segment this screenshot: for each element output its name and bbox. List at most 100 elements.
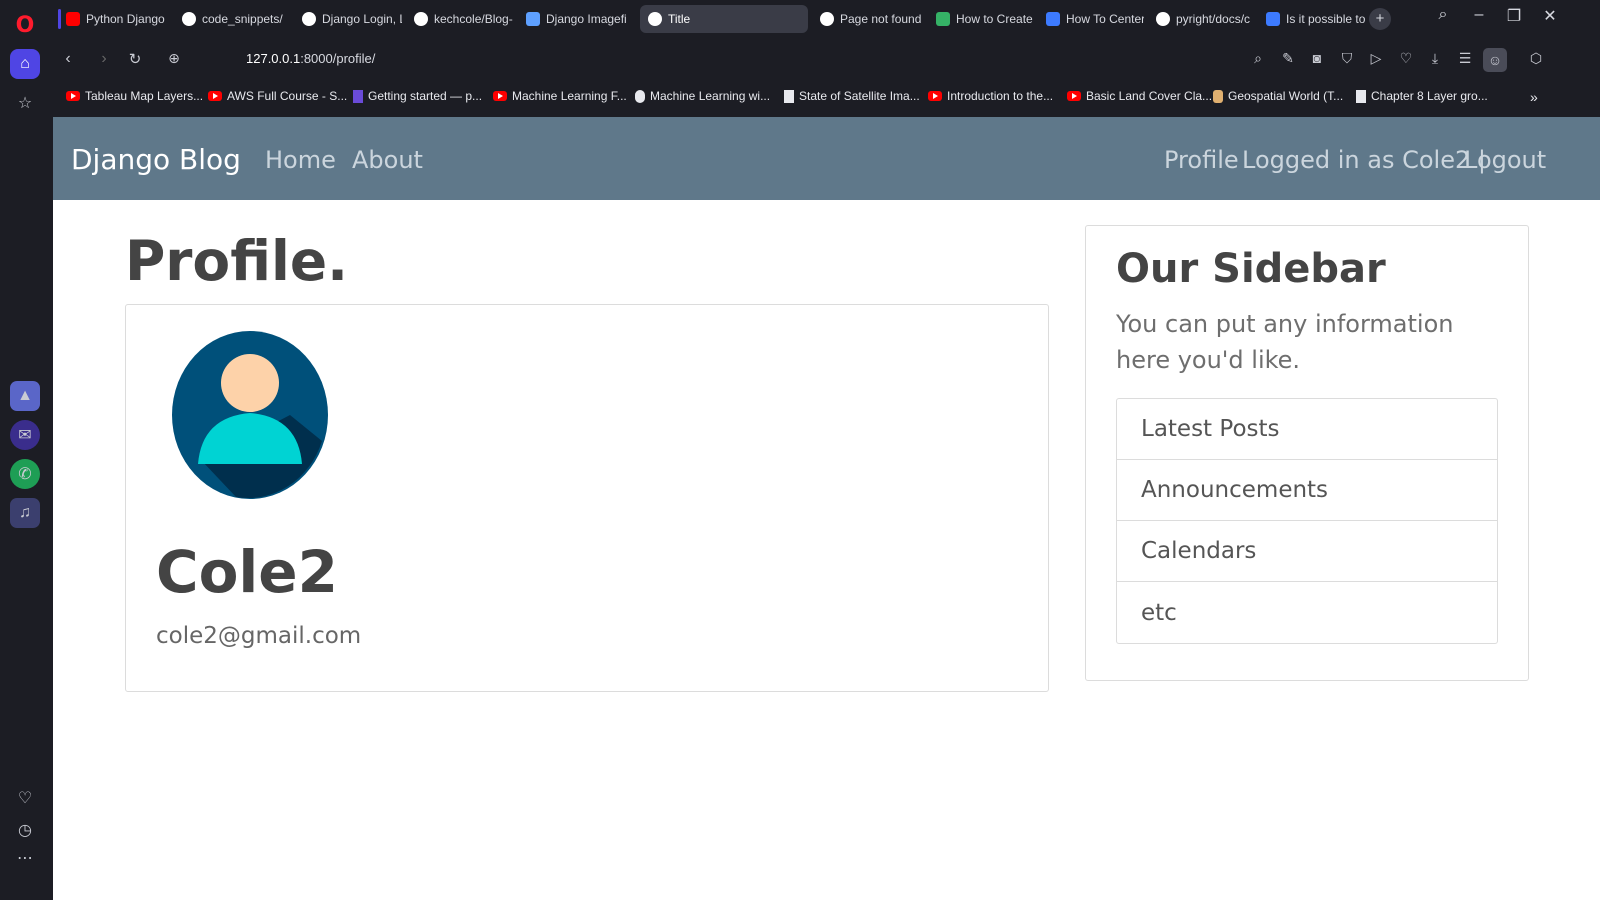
book-icon — [1266, 12, 1280, 26]
heart-icon[interactable]: ♡ — [10, 783, 40, 813]
close-icon[interactable]: ✕ — [1537, 6, 1563, 26]
tab[interactable]: How to Create — [928, 5, 1034, 33]
star-icon[interactable]: ☆ — [10, 88, 40, 118]
tab[interactable]: pyright/docs/c — [1148, 5, 1254, 33]
bookmark-label: Geospatial World (T... — [1228, 89, 1344, 103]
shield-icon[interactable]: ⛉ — [1337, 50, 1357, 67]
zoom-icon[interactable]: ⌕ — [1248, 50, 1268, 67]
url-host: 127.0.0.1 — [246, 51, 301, 66]
easy-setup-icon[interactable]: ☰ — [1455, 50, 1475, 67]
page-icon — [1356, 89, 1366, 103]
bookmark-item[interactable]: Machine Learning wi... — [635, 89, 770, 103]
tab-label: Title — [668, 12, 691, 26]
url-field[interactable]: 127.0.0.1:8000/profile/ — [246, 51, 375, 66]
more-icon[interactable]: ⋯ — [10, 843, 40, 873]
tab-label: pyright/docs/c — [1176, 12, 1251, 26]
home-icon[interactable]: ⌂ — [10, 49, 40, 79]
reload-icon[interactable]: ↻ — [125, 50, 145, 68]
tab-label: Django Login, L — [322, 12, 402, 26]
tab-label: How To Center — [1066, 12, 1144, 26]
globe-icon — [302, 12, 316, 26]
tab[interactable]: Python Django — [58, 5, 170, 33]
nav-logout-link[interactable]: Logout — [1464, 146, 1546, 174]
page-icon — [353, 89, 363, 103]
profile-card: Cole2 cole2@gmail.com — [125, 304, 1049, 692]
youtube-icon — [928, 91, 942, 101]
page-icon — [1213, 89, 1223, 103]
bookmark-label: Getting started — p... — [368, 89, 483, 103]
nav-profile-link[interactable]: Profile — [1164, 146, 1239, 174]
web-page: Django Blog Home About Profile Logged in… — [53, 117, 1600, 900]
nav-about-link[interactable]: About — [352, 146, 423, 174]
heart-icon[interactable]: ♡ — [1396, 50, 1416, 67]
tab-label: Django Imagefi — [546, 12, 626, 26]
link-icon — [936, 12, 950, 26]
play-icon[interactable]: ▷ — [1366, 50, 1386, 67]
forward-icon[interactable]: › — [94, 50, 114, 68]
site-brand[interactable]: Django Blog — [71, 143, 241, 176]
page-icon — [784, 89, 794, 103]
bookmark-label: State of Satellite Ima... — [799, 89, 920, 103]
logged-in-text: Logged in as Cole2 | — [1242, 146, 1486, 174]
tab[interactable]: Page not found — [812, 5, 924, 33]
tab[interactable]: Django Imagefi — [518, 5, 626, 33]
download-icon[interactable]: ⤓ — [1425, 50, 1445, 67]
tab[interactable]: code_snippets/ — [174, 5, 290, 33]
camera-icon[interactable]: ◙ — [1307, 50, 1327, 66]
page-icon — [635, 89, 645, 103]
bookmark-item[interactable]: Geospatial World (T... — [1213, 89, 1343, 103]
sidebar-item-latest-posts[interactable]: Latest Posts — [1117, 399, 1497, 460]
profile-email: cole2@gmail.com — [156, 623, 362, 649]
extensions-icon[interactable]: ⬡ — [1526, 50, 1546, 67]
profile-icon[interactable]: ☺ — [1483, 48, 1507, 72]
bookmark-item[interactable]: Machine Learning F... — [493, 89, 627, 103]
edit-icon[interactable]: ✎ — [1278, 50, 1298, 67]
more-bookmarks-icon[interactable]: » — [1530, 89, 1538, 105]
opera-logo-icon[interactable]: O — [10, 10, 40, 40]
new-tab-icon[interactable]: + — [1369, 8, 1391, 30]
sidebar-title: Our Sidebar — [1116, 246, 1386, 292]
bookmark-item[interactable]: Basic Land Cover Cla... — [1067, 89, 1212, 103]
github-icon — [1156, 12, 1170, 26]
minimize-icon[interactable]: – — [1466, 6, 1492, 24]
player-icon[interactable]: ♫ — [10, 498, 40, 528]
youtube-icon — [66, 91, 80, 101]
bookmark-item[interactable]: State of Satellite Ima... — [784, 89, 920, 103]
nav-home-link[interactable]: Home — [265, 146, 336, 174]
search-tabs-icon[interactable]: ⌕ — [1430, 6, 1456, 24]
tab[interactable]: How To Center — [1038, 5, 1144, 33]
tab-active[interactable]: Title — [640, 5, 808, 33]
tab-label: kechcole/Blog- — [434, 12, 513, 26]
bookmark-item[interactable]: Getting started — p... — [353, 89, 482, 103]
youtube-icon — [1067, 91, 1081, 101]
sidebar-item-etc[interactable]: etc — [1117, 582, 1497, 643]
bookmark-label: Basic Land Cover Cla... — [1086, 89, 1213, 103]
tab[interactable]: Is it possible to — [1258, 5, 1366, 33]
bookmark-item[interactable]: Chapter 8 Layer gro... — [1356, 89, 1488, 103]
tab[interactable]: Django Login, L — [294, 5, 402, 33]
tab-label: Python Django — [86, 12, 165, 26]
tab-label: Page not found — [840, 12, 922, 26]
bookmark-item[interactable]: Tableau Map Layers... — [66, 89, 203, 103]
aria-app-icon[interactable]: ▲ — [10, 381, 40, 411]
youtube-icon — [208, 91, 222, 101]
tab-label: code_snippets/ — [202, 12, 283, 26]
history-icon[interactable]: ◷ — [10, 815, 40, 845]
tab[interactable]: kechcole/Blog- — [406, 5, 514, 33]
whatsapp-icon[interactable]: ✆ — [10, 459, 40, 489]
site-navbar: Django Blog Home About Profile Logged in… — [53, 117, 1600, 200]
restore-icon[interactable]: ❐ — [1501, 6, 1527, 26]
bookmark-item[interactable]: Introduction to the... — [928, 89, 1053, 103]
bookmark-label: Machine Learning wi... — [650, 89, 771, 103]
bookmark-label: Machine Learning F... — [512, 89, 627, 103]
browser-sidebar: O ⌂ ☆ ▲ ✉ ✆ ♫ ♡ ◷ ⋯ — [0, 0, 50, 900]
back-icon[interactable]: ‹ — [58, 50, 78, 68]
site-info-icon[interactable]: ⊕ — [164, 50, 184, 67]
bookmark-label: Tableau Map Layers... — [85, 89, 204, 103]
messenger-icon[interactable]: ✉ — [10, 420, 40, 450]
github-icon — [414, 12, 428, 26]
sidebar-item-announcements[interactable]: Announcements — [1117, 460, 1497, 521]
sidebar-item-calendars[interactable]: Calendars — [1117, 521, 1497, 582]
bookmark-item[interactable]: AWS Full Course - S... — [208, 89, 347, 103]
tab-label: How to Create — [956, 12, 1033, 26]
